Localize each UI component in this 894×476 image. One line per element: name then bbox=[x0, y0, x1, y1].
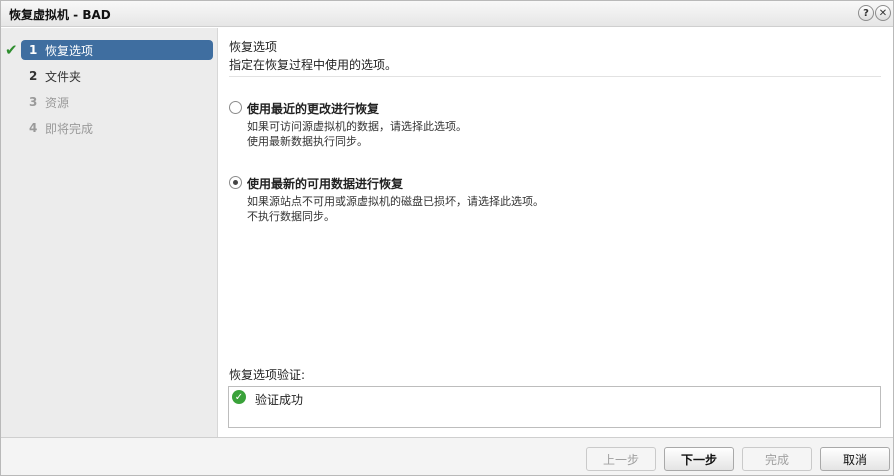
step-resources: 3 资源 bbox=[21, 92, 213, 112]
option-desc-line: 不执行数据同步。 bbox=[247, 210, 335, 223]
main-content: 恢复选项 指定在恢复过程中使用的选项。 使用最近的更改进行恢复 如果可访问源虚拟… bbox=[219, 28, 893, 437]
option-desc-line: 如果可访问源虚拟机的数据，请选择此选项。 bbox=[247, 120, 467, 133]
step-label: 文件夹 bbox=[45, 69, 82, 84]
step-number: 2 bbox=[29, 69, 38, 83]
checkmark-icon: ✔ bbox=[5, 41, 18, 59]
option-title: 使用最近的更改进行恢复 bbox=[247, 102, 380, 116]
dialog-footer: 上一步 下一步 完成 取消 bbox=[1, 437, 893, 475]
finish-button[interactable]: 完成 bbox=[742, 447, 812, 471]
step-number: 4 bbox=[29, 121, 38, 135]
cancel-button[interactable]: 取消 bbox=[820, 447, 890, 471]
step-recovery-options[interactable]: 1 恢复选项 bbox=[21, 40, 213, 60]
option-desc-line: 如果源站点不可用或源虚拟机的磁盘已损坏，请选择此选项。 bbox=[247, 195, 544, 208]
radio-button-latest-data[interactable] bbox=[229, 176, 242, 189]
recover-vm-dialog: 恢复虚拟机 - BAD ? ✕ ✔ 1 恢复选项 2 文件夹 3 资源 4 即将… bbox=[0, 0, 894, 476]
option-description: 如果可访问源虚拟机的数据，请选择此选项。 使用最新数据执行同步。 bbox=[247, 119, 467, 149]
validation-status-text: 验证成功 bbox=[255, 393, 304, 407]
back-button[interactable]: 上一步 bbox=[586, 447, 656, 471]
validation-label: 恢复选项验证: bbox=[229, 368, 306, 382]
step-label: 即将完成 bbox=[45, 121, 94, 136]
step-label: 资源 bbox=[45, 95, 70, 110]
option-desc-line: 使用最新数据执行同步。 bbox=[247, 135, 368, 148]
divider bbox=[229, 76, 881, 77]
option-description: 如果源站点不可用或源虚拟机的磁盘已损坏，请选择此选项。 不执行数据同步。 bbox=[247, 194, 544, 224]
wizard-steps-sidebar: ✔ 1 恢复选项 2 文件夹 3 资源 4 即将完成 bbox=[1, 28, 218, 437]
page-description: 指定在恢复过程中使用的选项。 bbox=[229, 58, 398, 72]
step-number: 3 bbox=[29, 95, 38, 109]
title-bar: 恢复虚拟机 - BAD ? ✕ bbox=[1, 1, 893, 27]
help-icon[interactable]: ? bbox=[858, 5, 874, 21]
next-button[interactable]: 下一步 bbox=[664, 447, 734, 471]
radio-button-recent-changes[interactable] bbox=[229, 101, 242, 114]
dialog-title: 恢复虚拟机 - BAD bbox=[9, 8, 111, 22]
step-number: 1 bbox=[29, 43, 38, 57]
option-title: 使用最新的可用数据进行恢复 bbox=[247, 177, 404, 191]
step-folder[interactable]: 2 文件夹 bbox=[21, 66, 213, 86]
success-check-icon: ✓ bbox=[232, 390, 246, 404]
close-icon[interactable]: ✕ bbox=[875, 5, 891, 21]
validation-result-box: ✓ 验证成功 bbox=[228, 386, 881, 428]
page-title: 恢复选项 bbox=[229, 40, 278, 54]
step-label: 恢复选项 bbox=[45, 43, 94, 58]
step-ready-to-complete: 4 即将完成 bbox=[21, 118, 213, 138]
